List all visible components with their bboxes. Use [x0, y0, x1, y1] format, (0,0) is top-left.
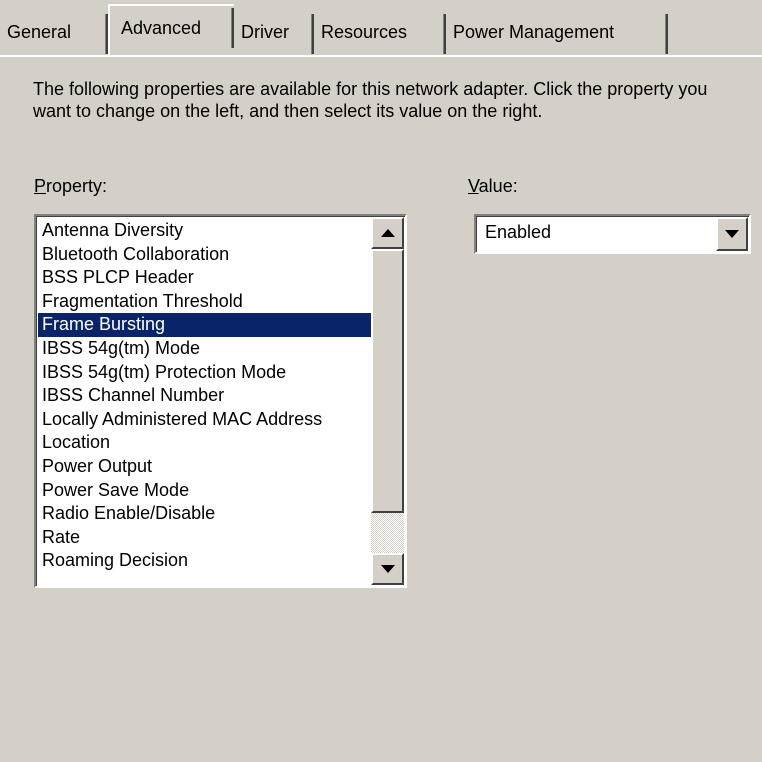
- property-scrollbar[interactable]: [371, 217, 404, 585]
- property-list-item[interactable]: Fragmentation Threshold: [38, 290, 374, 314]
- dropdown-arrow-icon: [725, 230, 739, 238]
- property-list-item[interactable]: Bluetooth Collaboration: [38, 243, 374, 267]
- value-label: Value:: [468, 176, 518, 197]
- value-label-accelerator: V: [468, 176, 479, 196]
- property-list-item[interactable]: Roaming Decision: [38, 549, 374, 573]
- tab-advanced[interactable]: Advanced: [108, 4, 234, 56]
- property-label-rest: roperty:: [46, 176, 108, 196]
- tab-driver[interactable]: Driver: [234, 12, 314, 56]
- property-list-item[interactable]: Rate: [38, 526, 374, 550]
- scroll-up-button[interactable]: [371, 217, 404, 249]
- property-list-items: Antenna Diversity Bluetooth Collaboration…: [38, 219, 374, 584]
- scroll-down-button[interactable]: [371, 553, 404, 585]
- description-text: The following properties are available f…: [33, 79, 708, 121]
- tab-power-management-label: Power Management: [453, 22, 615, 42]
- value-dropdown-selected: Enabled: [485, 222, 552, 242]
- tab-resources[interactable]: Resources: [314, 12, 446, 56]
- tab-driver-label: Driver: [241, 22, 289, 42]
- scroll-thumb[interactable]: [371, 249, 404, 513]
- value-dropdown-button[interactable]: [716, 217, 748, 251]
- property-list-item[interactable]: Power Save Mode: [38, 479, 374, 503]
- property-list-item[interactable]: Frame Bursting: [38, 313, 374, 337]
- property-listbox[interactable]: Antenna Diversity Bluetooth Collaboration…: [34, 214, 407, 588]
- tab-general-label: General: [7, 22, 72, 42]
- tab-baseline: [0, 55, 762, 57]
- property-label: Property:: [34, 176, 107, 197]
- scroll-up-arrow-icon: [380, 229, 395, 237]
- advanced-properties-dialog: General Advanced Driver Resources Power …: [0, 0, 762, 762]
- property-label-accelerator: P: [34, 176, 47, 196]
- property-list-item[interactable]: IBSS 54g(tm) Protection Mode: [38, 361, 374, 385]
- scroll-down-arrow-icon: [380, 565, 395, 573]
- property-list-item[interactable]: IBSS Channel Number: [38, 384, 374, 408]
- tab-resources-label: Resources: [321, 22, 408, 42]
- property-list-item[interactable]: Antenna Diversity: [38, 219, 374, 243]
- property-list-item[interactable]: Locally Administered MAC Address: [38, 408, 374, 432]
- tab-strip: General Advanced Driver Resources Power …: [0, 0, 762, 60]
- tab-general[interactable]: General: [0, 12, 108, 56]
- property-list-item[interactable]: Power Output: [38, 455, 374, 479]
- value-dropdown[interactable]: Enabled: [474, 214, 751, 254]
- tab-power-management[interactable]: Power Management: [446, 12, 668, 56]
- property-list-item[interactable]: Location: [38, 431, 374, 455]
- property-list-item[interactable]: IBSS 54g(tm) Mode: [38, 337, 374, 361]
- property-list-item[interactable]: BSS PLCP Header: [38, 266, 374, 290]
- property-list-item[interactable]: Radio Enable/Disable: [38, 502, 374, 526]
- value-label-rest: alue:: [478, 176, 518, 196]
- tab-advanced-label: Advanced: [121, 18, 202, 38]
